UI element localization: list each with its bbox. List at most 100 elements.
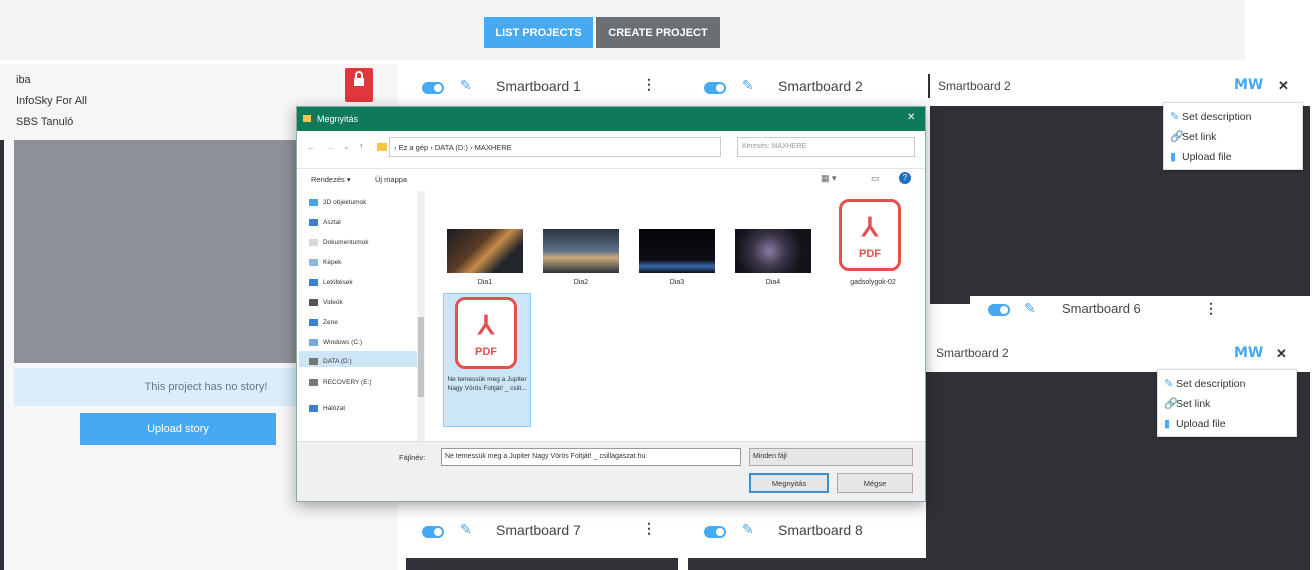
3d-objects-icon <box>309 199 318 206</box>
menu-set-link[interactable]: Set link <box>1176 398 1210 410</box>
videos-icon <box>309 299 318 306</box>
nav-item[interactable]: Zene <box>323 319 338 326</box>
pictures-icon <box>309 259 318 266</box>
view-icon[interactable]: ▦ ▾ <box>821 173 837 184</box>
divider <box>928 74 930 98</box>
nav-scrollbar-thumb[interactable] <box>418 317 424 397</box>
more-icon[interactable]: ⋮ <box>642 76 656 93</box>
create-project-button[interactable]: CREATE PROJECT <box>596 17 720 48</box>
overlay-top-menu: ✎ Set description 🔗 Set link ▮ Upload fi… <box>1163 102 1303 170</box>
menu-set-description[interactable]: Set description <box>1176 378 1245 390</box>
drive-icon <box>309 358 318 365</box>
upload-story-button[interactable]: Upload story <box>80 413 276 445</box>
nav-item[interactable]: DATA (D:) <box>323 358 352 365</box>
back-arrow-icon[interactable]: ← <box>307 142 316 152</box>
smartboard-2-title: Smartboard 2 <box>778 78 863 94</box>
filename-input[interactable]: Ne temessük meg a Jupiter Nagy Vörös Fol… <box>441 448 741 466</box>
dialog-toolbar: Rendezés ▾ Új mappa ▦ ▾ ▭ ? <box>297 169 925 191</box>
filetype-select[interactable]: Minden fájl <box>749 448 913 466</box>
edit-icon[interactable]: ✎ <box>742 77 754 94</box>
lock-button[interactable] <box>345 68 373 102</box>
edit-icon[interactable]: ✎ <box>460 77 472 94</box>
smartboard-8-header: ✎ Smartboard 8 <box>688 506 926 558</box>
pdf-icon[interactable]: ⅄ PDF <box>839 199 901 271</box>
overlay-bottom-title: Smartboard 2 <box>936 346 1009 360</box>
smartboard-2-toggle[interactable] <box>704 82 726 94</box>
smartboard-1-toggle[interactable] <box>422 82 444 94</box>
smartboard-6-title: Smartboard 6 <box>1062 301 1141 316</box>
preview-pane-icon[interactable]: ▭ <box>871 173 880 184</box>
smartboard-7-toggle[interactable] <box>422 526 444 538</box>
acrobat-symbol-icon: ⅄ <box>478 310 494 340</box>
smartboard-8-panel <box>688 558 926 570</box>
dialog-title: Megnyitás <box>317 114 359 124</box>
edit-icon[interactable]: ✎ <box>742 521 754 538</box>
navigation-pane: 3D objektumok Asztal Dokumentumok Képek … <box>297 191 427 441</box>
drive-icon <box>309 379 318 386</box>
close-icon[interactable]: ✕ <box>1276 346 1287 362</box>
mw-logo-icon[interactable]: MW <box>1234 77 1263 93</box>
more-icon[interactable]: ⋮ <box>1204 300 1218 317</box>
nav-item[interactable]: RECOVERY (E:) <box>323 379 372 386</box>
menu-upload-file[interactable]: Upload file <box>1182 151 1232 163</box>
lock-icon <box>354 71 364 86</box>
cancel-button[interactable]: Mégse <box>837 473 913 493</box>
new-folder-button[interactable]: Új mappa <box>375 175 407 184</box>
smartboard-2-header: ✎ Smartboard 2 <box>688 64 924 108</box>
project-line-2: InfoSky For All <box>16 95 87 107</box>
mw-logo-icon[interactable]: MW <box>1234 345 1263 361</box>
close-icon[interactable]: ✕ <box>1278 78 1289 94</box>
acrobat-symbol-icon: ⅄ <box>862 212 878 242</box>
file-label: gadsolygok-02 <box>850 279 896 286</box>
address-input[interactable]: › Ez a gép › DATA (D:) › MAXHERE <box>389 137 721 157</box>
folder-icon <box>303 115 311 122</box>
open-button[interactable]: Megnyitás <box>749 473 829 493</box>
file-thumbnail[interactable] <box>447 229 523 273</box>
menu-set-description[interactable]: Set description <box>1182 111 1251 123</box>
overlay-bottom-menu: ✎ Set description 🔗 Set link ▮ Upload fi… <box>1157 369 1297 437</box>
left-edge-bar <box>0 140 4 570</box>
menu-upload-file[interactable]: Upload file <box>1176 418 1226 430</box>
dialog-titlebar: Megnyitás ✕ <box>297 107 925 131</box>
nav-item[interactable]: Asztal <box>323 219 341 226</box>
pdf-icon[interactable]: ⅄ PDF <box>455 297 517 369</box>
file-label: Dia3 <box>669 279 685 286</box>
desktop-icon <box>309 219 318 226</box>
pencil-icon: ✎ <box>1164 378 1174 390</box>
menu-set-link[interactable]: Set link <box>1182 131 1216 143</box>
nav-item[interactable]: Letöltések <box>323 279 353 286</box>
help-icon[interactable]: ? <box>899 172 911 184</box>
close-icon[interactable]: ✕ <box>907 112 915 123</box>
file-thumbnail[interactable] <box>543 229 619 273</box>
music-icon <box>309 319 318 326</box>
recent-dropdown-icon[interactable]: ⌄ <box>343 142 350 151</box>
forward-arrow-icon[interactable]: → <box>325 142 334 152</box>
nav-item[interactable]: 3D objektumok <box>323 199 366 206</box>
list-projects-button[interactable]: LIST PROJECTS <box>484 17 593 48</box>
more-icon[interactable]: ⋮ <box>642 520 656 537</box>
pencil-icon: ✎ <box>1170 111 1180 123</box>
nav-item[interactable]: Hálózat <box>323 405 345 412</box>
nav-item[interactable]: Videók <box>323 299 343 306</box>
drive-icon <box>309 339 318 346</box>
nav-item[interactable]: Dokumentumok <box>323 239 369 246</box>
nav-item[interactable]: Képek <box>323 259 341 266</box>
edit-icon[interactable]: ✎ <box>1024 300 1036 317</box>
file-label: Dia4 <box>765 279 781 286</box>
search-input[interactable]: Keresés: MAXHERE <box>737 137 915 157</box>
up-arrow-icon[interactable]: ↑ <box>359 141 364 151</box>
file-thumbnail[interactable] <box>639 229 715 273</box>
nav-item[interactable]: Windows (C:) <box>323 339 362 346</box>
file-label: Dia2 <box>573 279 589 286</box>
smartboard-7-header: ✎ Smartboard 7 ⋮ <box>406 506 678 558</box>
file-icon: ▮ <box>1164 418 1171 430</box>
smartboard-1-title: Smartboard 1 <box>496 78 581 94</box>
nav-scrollbar[interactable] <box>417 191 425 441</box>
organize-button[interactable]: Rendezés ▾ <box>311 175 351 184</box>
overlay-top-title: Smartboard 2 <box>938 79 1011 93</box>
edit-icon[interactable]: ✎ <box>460 521 472 538</box>
file-thumbnail[interactable] <box>735 229 811 273</box>
overlay-bottom-header: Smartboard 2 MW ✕ <box>926 332 1310 372</box>
smartboard-6-toggle[interactable] <box>988 304 1010 316</box>
smartboard-8-toggle[interactable] <box>704 526 726 538</box>
